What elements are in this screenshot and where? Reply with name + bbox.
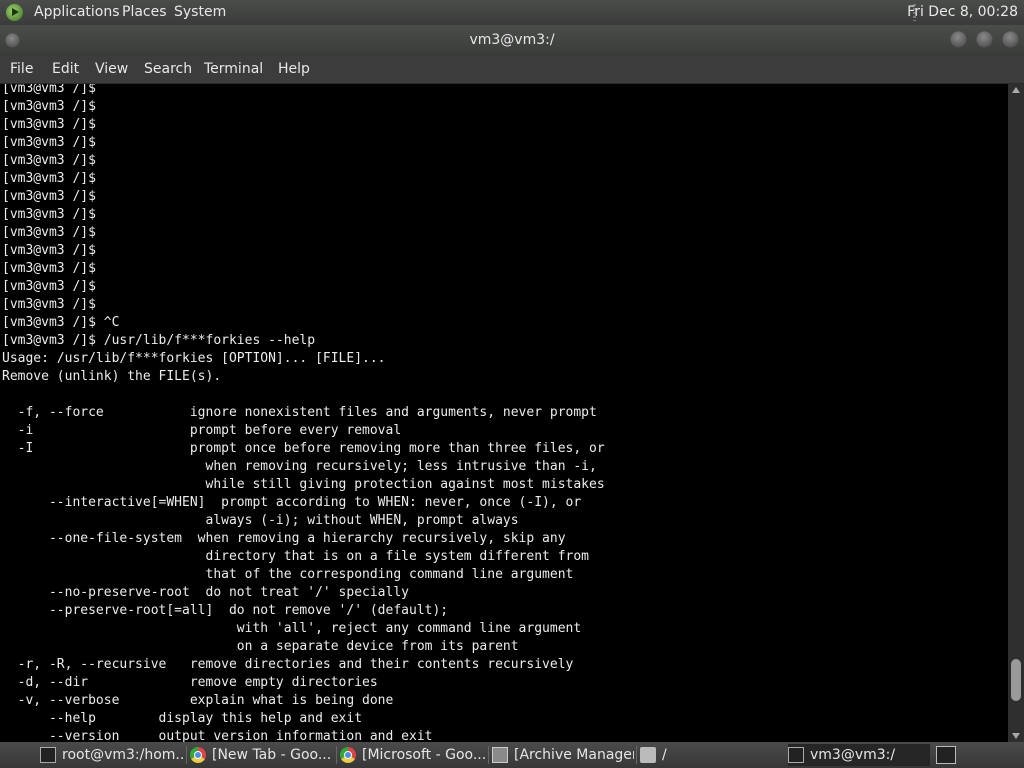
terminal-line: Remove (unlink) the FILE(s). [2,369,222,384]
terminal-line: on a separate device from its parent [2,639,519,654]
folder-icon [640,747,656,763]
show-desktop-icon[interactable] [936,746,956,764]
minimize-icon[interactable] [950,31,967,48]
terminal-icon [40,747,56,763]
system-menu[interactable]: System [174,0,226,25]
terminal-line: [vm3@vm3 /]$ [2,84,96,96]
terminal-line: --help display this help and exit [2,711,363,726]
terminal-line: [vm3@vm3 /]$ [2,189,96,204]
task-label: vm3@vm3:/ [810,747,896,763]
menu-file[interactable]: File [10,56,33,83]
terminal-line: that of the corresponding command line a… [2,567,574,582]
terminal-line: while still giving protection against mo… [2,477,605,492]
terminal-line: [vm3@vm3 /]$ /usr/lib/f***forkies --help [2,333,316,348]
terminal-line: [vm3@vm3 /]$ [2,153,96,168]
terminal-line: directory that is on a file system diffe… [2,549,589,564]
terminal-line: with 'all', reject any command line argu… [2,621,582,636]
window-titlebar[interactable]: vm3@vm3:/ [0,25,1024,56]
archive-icon [492,747,508,763]
applications-menu[interactable]: Applications [34,0,120,25]
places-menu[interactable]: Places [122,0,167,25]
terminal-line: [vm3@vm3 /]$ [2,261,96,276]
terminal-line: --preserve-root[=all] do not remove '/' … [2,603,449,618]
terminal-line: -I prompt once before removing more than… [2,441,605,456]
chrome-icon [340,747,356,763]
task-label: [Archive Manager] [514,747,634,763]
terminal-line: -v, --verbose explain what is being done [2,693,394,708]
task-vm3-terminal[interactable]: vm3@vm3:/ [788,744,930,766]
task-label: [Microsoft - Goo... [362,747,486,763]
terminal-line: [vm3@vm3 /]$ [2,207,96,222]
applications-logo-icon[interactable] [6,4,23,21]
scroll-up-icon[interactable] [1012,87,1020,93]
task-new-tab-chrome[interactable]: [New Tab - Goo... [190,744,333,766]
close-icon[interactable] [1002,31,1019,48]
terminal-line: when removing recursively; less intrusiv… [2,459,597,474]
terminal-line: -i prompt before every removal [2,423,402,438]
clock[interactable]: Fri Dec 8, 00:28 [907,0,1018,25]
terminal-line: [vm3@vm3 /]$ [2,243,96,258]
taskbar-separator [636,746,637,764]
menu-view[interactable]: View [95,56,128,83]
terminal-output[interactable]: [vm3@vm3 /]$ [vm3@vm3 /]$ [vm3@vm3 /]$ [… [0,84,1008,742]
task-label: [New Tab - Goo... [212,747,332,763]
menu-help[interactable]: Help [278,56,310,83]
menu-edit[interactable]: Edit [52,56,79,83]
terminal-line: [vm3@vm3 /]$ [2,225,96,240]
terminal-line: [vm3@vm3 /]$ ^C [2,315,120,330]
task-root-folder[interactable]: / [640,744,782,766]
terminal-line: --version output version information and… [2,729,433,742]
terminal-scrollbar[interactable] [1008,84,1024,742]
task-label: root@vm3:/hom... [62,747,183,763]
terminal-line: -r, -R, --recursive remove directories a… [2,657,574,672]
terminal-line: --interactive[=WHEN] prompt according to… [2,495,582,510]
chrome-icon [190,747,206,763]
window-title: vm3@vm3:/ [469,32,555,48]
top-panel: Applications Places System Fri Dec 8, 00… [0,0,1024,25]
task-archive-manager[interactable]: [Archive Manager] [492,744,634,766]
menu-search[interactable]: Search [144,56,192,83]
terminal-line: --no-preserve-root do not treat '/' spec… [2,585,409,600]
terminal-line: [vm3@vm3 /]$ [2,171,96,186]
terminal-line: always (-i); without WHEN, prompt always [2,513,519,528]
terminal-icon [788,747,804,763]
task-microsoft-chrome[interactable]: [Microsoft - Goo... [340,744,486,766]
terminal-line: --one-file-system when removing a hierar… [2,531,566,546]
task-label: / [662,747,667,763]
taskbar-separator [336,746,337,764]
scrollbar-thumb[interactable] [1011,659,1021,701]
bottom-taskbar: root@vm3:/hom... [New Tab - Goo... [Micr… [0,742,1024,768]
taskbar-separator [488,746,489,764]
terminal-menubar: File Edit View Search Terminal Help [0,56,1024,84]
terminal-line: [vm3@vm3 /]$ [2,99,96,114]
maximize-icon[interactable] [976,31,993,48]
task-root-terminal[interactable]: root@vm3:/hom... [40,744,183,766]
terminal-line: -d, --dir remove empty directories [2,675,378,690]
terminal-line: [vm3@vm3 /]$ [2,279,96,294]
terminal-line: Usage: /usr/lib/f***forkies [OPTION]... … [2,351,386,366]
terminal-line: [vm3@vm3 /]$ [2,297,96,312]
scroll-down-icon[interactable] [1012,733,1020,739]
menu-terminal[interactable]: Terminal [204,56,263,83]
terminal-line: [vm3@vm3 /]$ [2,135,96,150]
terminal-line: [vm3@vm3 /]$ [2,117,96,132]
terminal-line: -f, --force ignore nonexistent files and… [2,405,597,420]
taskbar-separator [186,746,187,764]
